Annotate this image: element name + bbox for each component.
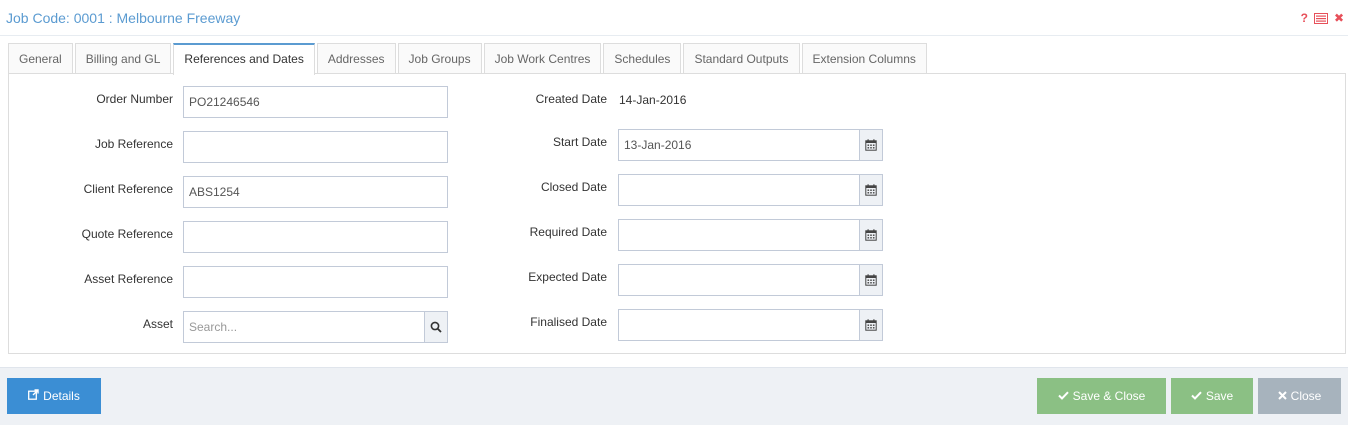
expected-date-input[interactable] <box>618 264 860 296</box>
save-and-close-button[interactable]: Save & Close <box>1037 378 1166 414</box>
external-link-icon <box>28 389 39 403</box>
question-icon[interactable]: ? <box>1301 12 1308 24</box>
tab-schedules[interactable]: Schedules <box>603 43 682 74</box>
list-icon[interactable] <box>1313 12 1328 24</box>
tab-standard-outputs[interactable]: Standard Outputs <box>683 43 800 74</box>
tab-extension-columns[interactable]: Extension Columns <box>801 43 927 74</box>
dialog-title: Job Code: 0001 : Melbourne Freeway <box>6 10 241 26</box>
calendar-icon[interactable] <box>859 129 883 161</box>
closed-date-label: Closed Date <box>540 180 607 194</box>
tab-references-and-dates[interactable]: References and Dates <box>173 43 315 75</box>
asset-label: Asset <box>142 317 173 331</box>
client-reference-label: Client Reference <box>83 182 173 196</box>
asset-reference-input[interactable] <box>183 266 448 298</box>
tab-bar: General Billing and GL References and Da… <box>8 43 929 75</box>
times-icon <box>1277 389 1287 403</box>
calendar-icon[interactable] <box>859 264 883 296</box>
finalised-date-input[interactable] <box>618 309 860 341</box>
title-icons: ? ✖ <box>1301 12 1344 24</box>
closed-date-input[interactable] <box>618 174 860 206</box>
quote-reference-label: Quote Reference <box>81 227 173 241</box>
expected-date-label: Expected Date <box>528 270 607 284</box>
close-icon[interactable]: ✖ <box>1334 12 1344 24</box>
quote-reference-input[interactable] <box>183 221 448 253</box>
tab-job-groups[interactable]: Job Groups <box>397 43 482 74</box>
tab-job-work-centres[interactable]: Job Work Centres <box>483 43 602 74</box>
save-and-close-label: Save & Close <box>1072 389 1146 403</box>
created-date-value: 14-Jan-2016 <box>619 93 687 107</box>
close-button[interactable]: Close <box>1258 378 1341 414</box>
tab-billing-and-gl[interactable]: Billing and GL <box>74 43 172 74</box>
asset-reference-label: Asset Reference <box>84 272 173 286</box>
tab-addresses[interactable]: Addresses <box>316 43 396 74</box>
start-date-label: Start Date <box>552 135 607 149</box>
start-date-input[interactable] <box>618 129 860 161</box>
required-date-label: Required Date <box>529 225 607 239</box>
job-reference-label: Job Reference <box>94 137 173 151</box>
order-number-label: Order Number <box>96 92 173 106</box>
check-icon <box>1191 389 1202 403</box>
tab-general[interactable]: General <box>8 43 73 74</box>
save-label: Save <box>1205 389 1234 403</box>
save-button[interactable]: Save <box>1171 378 1253 414</box>
calendar-icon[interactable] <box>859 174 883 206</box>
check-icon <box>1057 389 1069 403</box>
created-date-label: Created Date <box>535 92 607 106</box>
required-date-input[interactable] <box>618 219 860 251</box>
finalised-date-label: Finalised Date <box>530 315 607 329</box>
details-label: Details <box>43 389 80 403</box>
dialog-titlebar: Job Code: 0001 : Melbourne Freeway ? ✖ <box>0 0 1348 36</box>
client-reference-input[interactable] <box>183 176 448 208</box>
details-button[interactable]: Details <box>7 378 101 414</box>
calendar-icon[interactable] <box>859 219 883 251</box>
job-reference-input[interactable] <box>183 131 448 163</box>
order-number-input[interactable] <box>183 86 448 118</box>
asset-search-input[interactable] <box>183 311 425 343</box>
calendar-icon[interactable] <box>859 309 883 341</box>
close-label: Close <box>1290 389 1322 403</box>
